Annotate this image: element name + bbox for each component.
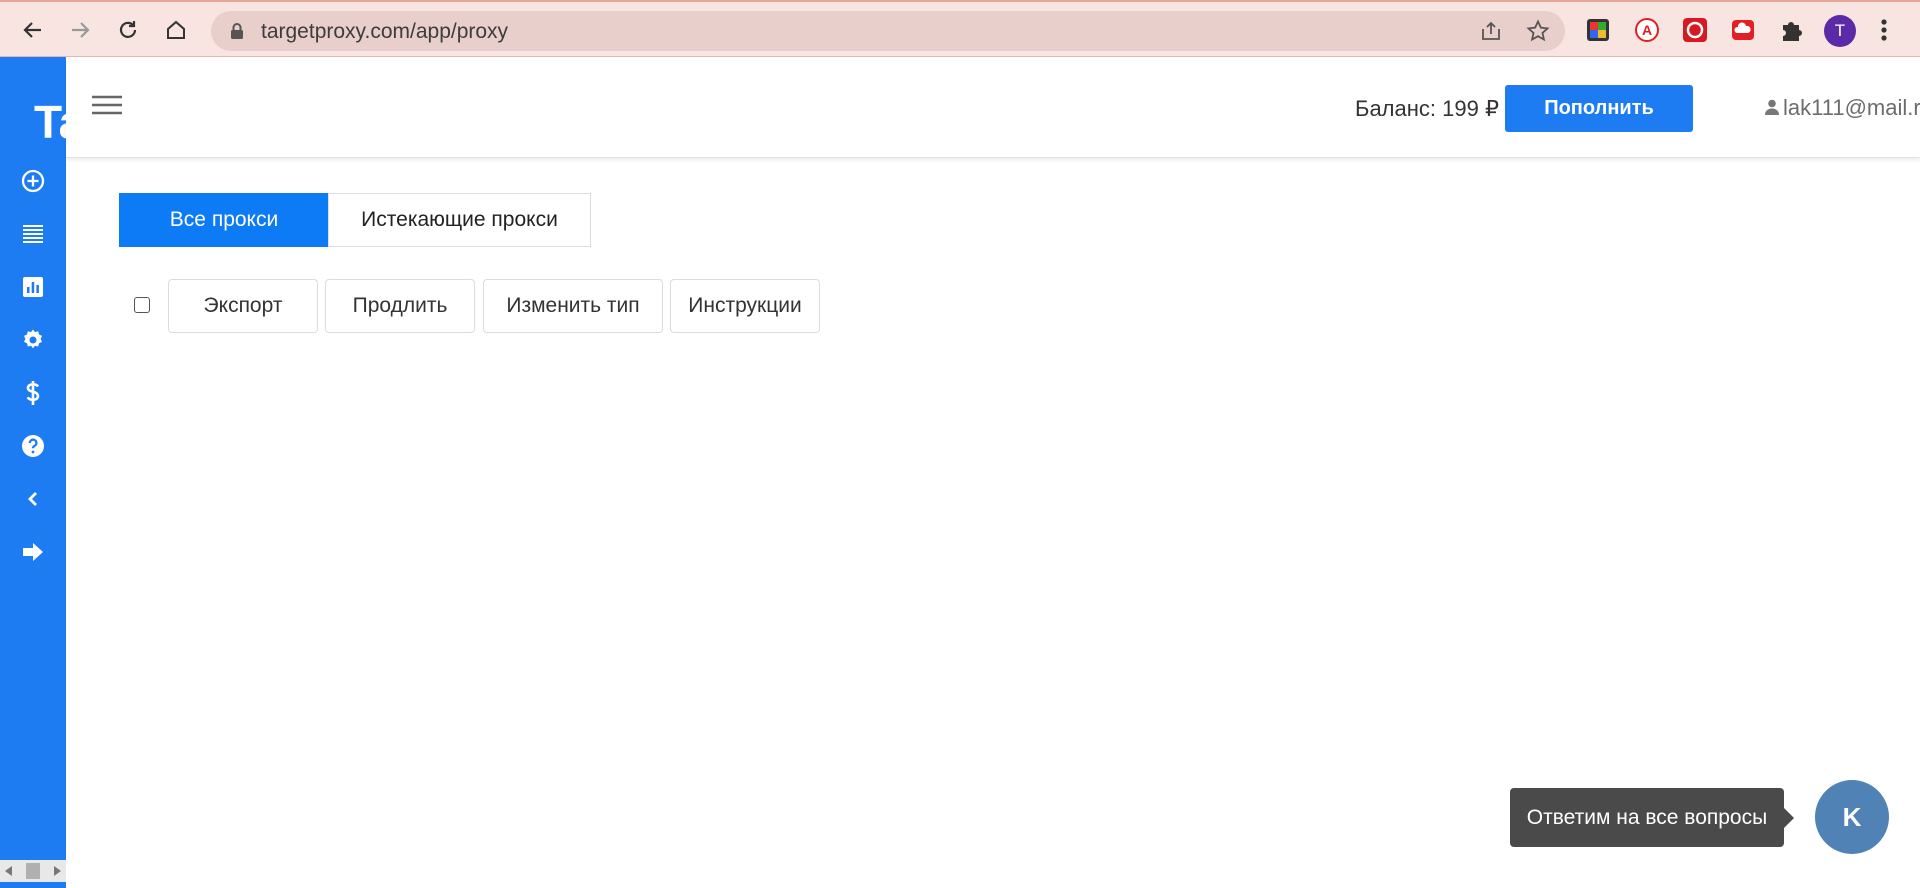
tab-expiring-proxies[interactable]: Истекающие прокси xyxy=(328,193,591,247)
bookmark-star-icon[interactable] xyxy=(1526,19,1550,43)
scroll-left-icon xyxy=(5,866,12,876)
extend-button[interactable]: Продлить xyxy=(325,279,475,333)
sidebar: Ta xyxy=(0,57,66,888)
sidebar-item-help[interactable] xyxy=(18,431,48,461)
vk-chat-button[interactable]: K xyxy=(1815,780,1889,854)
browser-toolbar: targetproxy.com/app/proxy A T xyxy=(0,0,1920,57)
instructions-button[interactable]: Инструкции xyxy=(670,279,820,333)
back-arrow-icon xyxy=(23,22,41,38)
sidebar-item-settings[interactable] xyxy=(18,325,48,355)
forward-button[interactable] xyxy=(66,16,94,44)
user-menu[interactable]: lak111@mail.ru xyxy=(1765,95,1920,121)
reload-button[interactable] xyxy=(114,16,142,44)
question-icon xyxy=(22,435,44,457)
top-up-button[interactable]: Пополнить xyxy=(1505,85,1693,132)
sidebar-item-logout[interactable] xyxy=(18,537,48,567)
sidebar-item-stats[interactable] xyxy=(18,272,48,302)
plus-circle-icon xyxy=(21,169,45,193)
sidebar-item-list[interactable] xyxy=(18,219,48,249)
gear-icon xyxy=(24,329,42,349)
scroll-right-icon xyxy=(54,866,61,876)
chat-tooltip: Ответим на все вопросы xyxy=(1510,788,1794,847)
change-type-button[interactable]: Изменить тип xyxy=(483,279,663,333)
extension-cloud-icon[interactable] xyxy=(1730,17,1756,43)
extensions-puzzle-icon[interactable] xyxy=(1778,17,1804,43)
sidebar-item-new[interactable] xyxy=(18,166,48,196)
arrow-right-icon xyxy=(23,543,43,561)
chevron-left-icon xyxy=(28,492,37,506)
svg-text:A: A xyxy=(1642,22,1652,38)
horizontal-scrollbar[interactable] xyxy=(0,860,66,882)
hamburger-icon xyxy=(92,95,122,115)
user-icon xyxy=(1765,99,1779,115)
sidebar-item-billing[interactable] xyxy=(18,378,48,408)
scrollbar-thumb[interactable] xyxy=(26,863,40,879)
list-icon xyxy=(23,225,43,243)
address-bar[interactable]: targetproxy.com/app/proxy xyxy=(211,11,1565,51)
vk-logo-icon: K xyxy=(1842,801,1862,832)
home-button[interactable] xyxy=(162,16,190,44)
top-header: Баланс: 199 ₽ Пополнить lak111@mail.ru xyxy=(66,57,1920,158)
extension-red-circle-icon[interactable] xyxy=(1682,17,1708,43)
export-button[interactable]: Экспорт xyxy=(168,279,318,333)
user-email: lak111@mail.ru xyxy=(1783,95,1920,120)
url-text: targetproxy.com/app/proxy xyxy=(261,20,509,43)
profile-avatar[interactable]: T xyxy=(1824,15,1856,47)
dollar-icon xyxy=(26,381,40,405)
chart-icon xyxy=(23,277,43,297)
extension-a-icon[interactable]: A xyxy=(1634,17,1660,43)
balance-text: Баланс: 199 ₽ xyxy=(1355,96,1499,121)
lock-icon xyxy=(231,23,243,39)
logo[interactable]: Ta xyxy=(34,95,66,149)
sidebar-item-collapse[interactable] xyxy=(18,484,48,514)
hamburger-menu-button[interactable] xyxy=(92,95,122,120)
back-button[interactable] xyxy=(19,16,47,44)
extension-colorful-icon[interactable] xyxy=(1585,17,1611,43)
tab-all-proxies[interactable]: Все прокси xyxy=(119,193,329,247)
reload-icon xyxy=(119,21,137,38)
kebab-menu-icon xyxy=(1881,19,1887,41)
select-all-checkbox[interactable] xyxy=(134,297,150,313)
home-icon xyxy=(167,20,185,39)
forward-arrow-icon xyxy=(72,22,90,38)
browser-menu-button[interactable] xyxy=(1880,16,1888,49)
share-icon[interactable] xyxy=(1479,20,1503,42)
